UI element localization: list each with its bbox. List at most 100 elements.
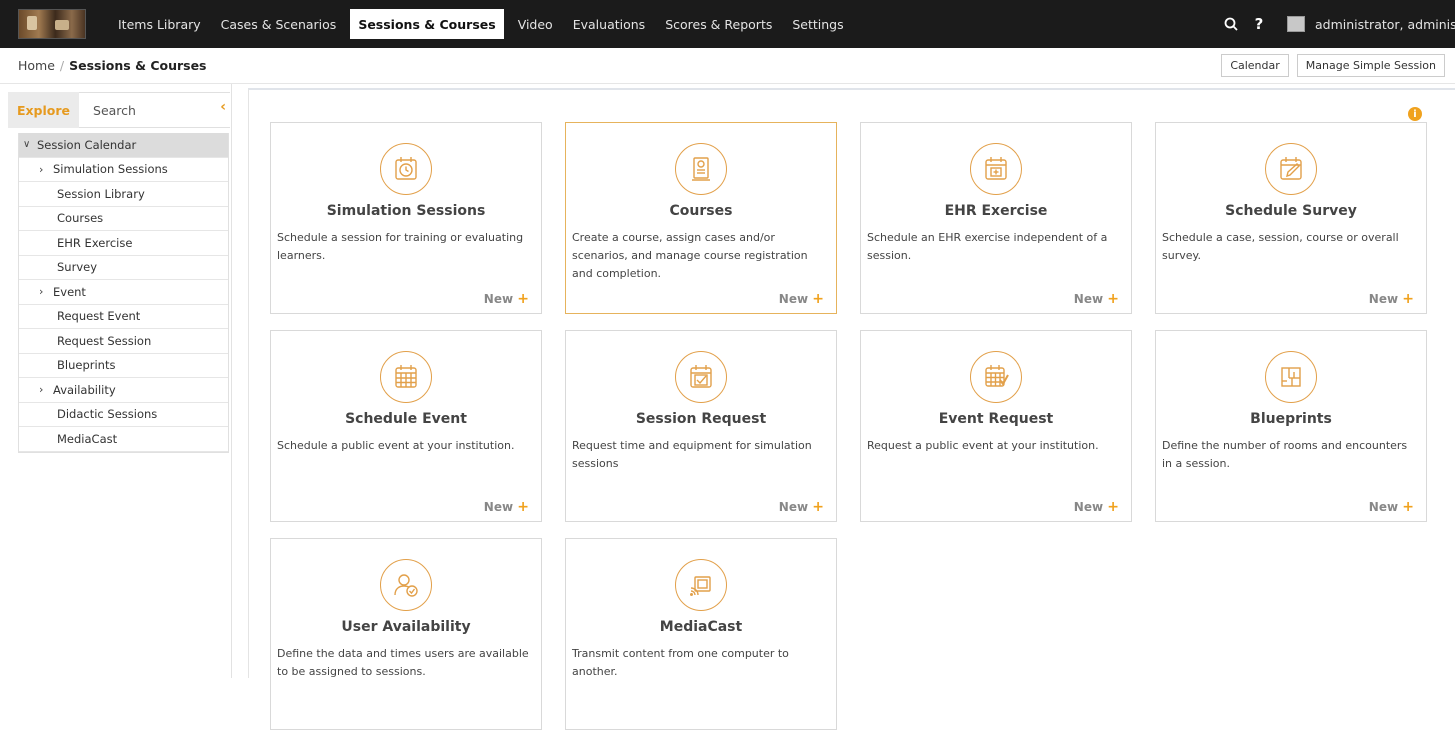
card-session-request[interactable]: Session Request Request time and equipme… — [565, 330, 837, 522]
breadcrumb-home[interactable]: Home — [18, 58, 55, 73]
card-schedule-event[interactable]: Schedule Event Schedule a public event a… — [270, 330, 542, 522]
calendar-check-icon — [675, 351, 727, 403]
card-event-request[interactable]: Event Request Request a public event at … — [860, 330, 1132, 522]
clock-calendar-icon — [380, 143, 432, 195]
tree-item-label: Courses — [57, 211, 104, 226]
breadcrumb: Home / Sessions & Courses — [0, 58, 207, 73]
user-name[interactable]: administrator, administrato — [1315, 17, 1455, 32]
tree-root-session-calendar[interactable]: ∨ Session Calendar — [19, 133, 228, 158]
nav-settings[interactable]: Settings — [782, 0, 853, 48]
user-check-icon — [380, 559, 432, 611]
new-button[interactable]: New + — [484, 499, 529, 515]
tree-item-label: Didactic Sessions — [57, 407, 158, 422]
avatar[interactable] — [1287, 16, 1305, 32]
tree-item-label: Request Event — [57, 309, 141, 324]
calendar-plus-icon — [970, 143, 1022, 195]
info-icon[interactable]: i — [1408, 107, 1422, 121]
chevron-right-icon[interactable]: › — [39, 163, 53, 176]
blueprint-icon — [1265, 351, 1317, 403]
tree-item-request-session[interactable]: Request Session — [19, 329, 228, 354]
card-courses[interactable]: Courses Create a course, assign cases an… — [565, 122, 837, 314]
search-icon[interactable] — [1217, 17, 1245, 31]
calendar-edit-icon — [1265, 143, 1317, 195]
new-button[interactable]: New + — [1369, 499, 1414, 515]
new-label: New — [1073, 500, 1104, 514]
card-simulation-sessions[interactable]: Simulation Sessions Schedule a session f… — [270, 122, 542, 314]
card-ehr-exercise[interactable]: EHR Exercise Schedule an EHR exercise in… — [860, 122, 1132, 314]
breadcrumb-bar: Home / Sessions & Courses Calendar Manage … — [0, 48, 1455, 84]
plus-icon: + — [1107, 499, 1119, 515]
card-mediacast[interactable]: MediaCast Transmit content from one comp… — [565, 538, 837, 730]
card-description: Schedule an EHR exercise independent of … — [867, 231, 1108, 262]
tree-item-label: MediaCast — [57, 431, 118, 446]
left-panel: Explore Search ‹ ∨ Session Calendar › Si… — [0, 84, 232, 678]
plus-icon: + — [517, 499, 529, 515]
card-description: Schedule a case, session, course or over… — [1162, 231, 1399, 262]
card-title: Schedule Event — [345, 411, 467, 427]
tree-item-didactic-sessions[interactable]: Didactic Sessions — [19, 403, 228, 427]
nav-video[interactable]: Video — [508, 0, 563, 48]
collapse-panel-icon[interactable]: ‹ — [220, 99, 226, 115]
card-schedule-survey[interactable]: Schedule Survey Schedule a case, session… — [1155, 122, 1427, 314]
new-label: New — [778, 500, 809, 514]
new-button[interactable]: New + — [1369, 291, 1414, 307]
chevron-right-icon[interactable]: › — [39, 383, 53, 396]
calendar-button[interactable]: Calendar — [1221, 54, 1289, 77]
card-title: EHR Exercise — [944, 203, 1048, 219]
tree-item-label: Simulation Sessions — [53, 162, 168, 177]
manage-simple-session-button[interactable]: Manage Simple Session — [1296, 54, 1445, 77]
tree-item-label: Request Session — [57, 333, 152, 348]
tree-item-label: Session Library — [57, 186, 145, 201]
nav-sessions-courses[interactable]: Sessions & Courses — [350, 9, 504, 39]
card-description: Schedule a public event at your institut… — [277, 439, 515, 452]
card-title: Courses — [669, 203, 733, 219]
new-button[interactable]: New + — [779, 499, 824, 515]
card-description: Request time and equipment for simulatio… — [572, 439, 812, 470]
tree-item-event[interactable]: › Event — [19, 280, 228, 305]
tree-item-availability[interactable]: › Availability — [19, 378, 228, 403]
tree-item-label: EHR Exercise — [57, 235, 133, 250]
tree-item-courses[interactable]: Courses — [19, 207, 228, 231]
card-description: Transmit content from one computer to an… — [572, 647, 789, 678]
top-right-tools: ? administrator, administrato — [1217, 0, 1455, 48]
nav-scores-reports[interactable]: Scores & Reports — [655, 0, 782, 48]
card-title: Blueprints — [1250, 411, 1332, 427]
plus-icon: + — [1107, 291, 1119, 307]
new-button[interactable]: New + — [484, 291, 529, 307]
left-tabs: Explore Search ‹ — [8, 92, 230, 128]
calendar-grid-icon — [380, 351, 432, 403]
new-button[interactable]: New + — [779, 291, 824, 307]
new-label: New — [483, 500, 514, 514]
tab-explore[interactable]: Explore — [8, 92, 79, 128]
tree-item-session-library[interactable]: Session Library — [19, 182, 228, 207]
session-tree: ∨ Session Calendar › Simulation Sessions… — [18, 133, 229, 453]
help-icon[interactable]: ? — [1245, 15, 1273, 33]
breadcrumb-separator: / — [59, 58, 65, 73]
new-label: New — [1073, 292, 1104, 306]
new-button[interactable]: New + — [1074, 499, 1119, 515]
breadcrumb-current: Sessions & Courses — [69, 58, 207, 73]
new-button[interactable]: New + — [1074, 291, 1119, 307]
new-label: New — [483, 292, 514, 306]
new-label: New — [1368, 500, 1399, 514]
card-user-availability[interactable]: User Availability Define the data and ti… — [270, 538, 542, 730]
chevron-right-icon[interactable]: › — [39, 285, 53, 298]
nav-evaluations[interactable]: Evaluations — [563, 0, 655, 48]
nav-cases-scenarios[interactable]: Cases & Scenarios — [211, 0, 347, 48]
chevron-down-icon[interactable]: ∨ — [23, 139, 37, 150]
plus-icon: + — [1402, 291, 1414, 307]
card-description: Define the data and times users are avai… — [277, 647, 529, 678]
tree-item-label: Blueprints — [57, 358, 116, 373]
tree-item-simulation-sessions[interactable]: › Simulation Sessions — [19, 158, 228, 182]
nav-items-library[interactable]: Items Library — [108, 0, 211, 48]
tree-item-request-event[interactable]: Request Event — [19, 305, 228, 329]
app-logo[interactable] — [18, 9, 86, 39]
card-blueprints[interactable]: Blueprints Define the number of rooms an… — [1155, 330, 1427, 522]
tree-item-mediacast[interactable]: MediaCast — [19, 427, 228, 452]
header-buttons: Calendar Manage Simple Session — [1221, 54, 1445, 77]
tree-item-ehr-exercise[interactable]: EHR Exercise — [19, 231, 228, 256]
tree-item-blueprints[interactable]: Blueprints — [19, 354, 228, 378]
tree-item-survey[interactable]: Survey — [19, 256, 228, 280]
tab-search[interactable]: Search — [79, 92, 150, 128]
tree-root-label: Session Calendar — [37, 137, 137, 152]
